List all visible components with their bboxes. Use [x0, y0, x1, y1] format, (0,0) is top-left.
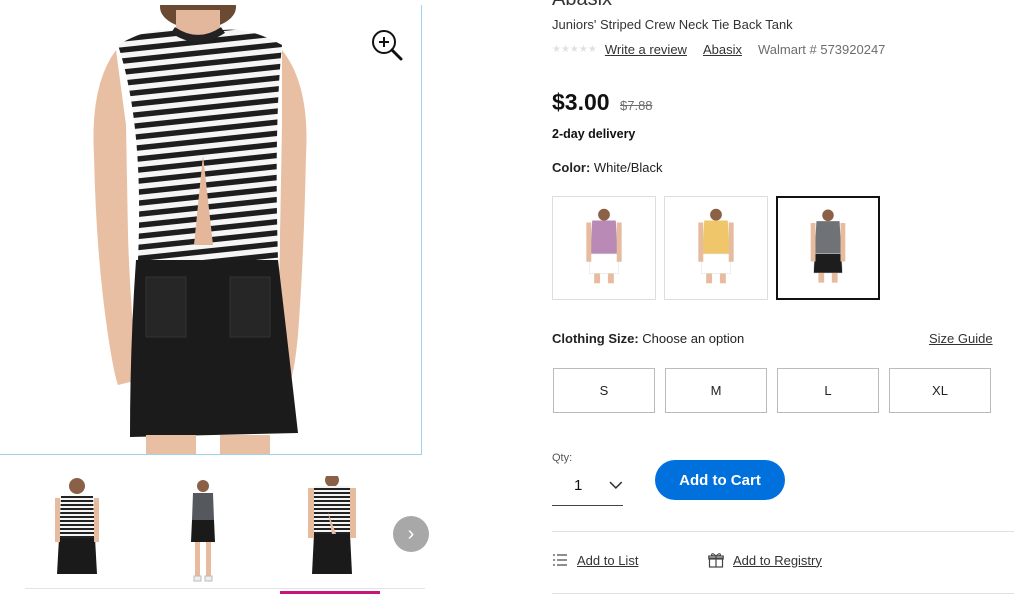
product-title: Juniors' Striped Crew Neck Tie Back Tank: [552, 17, 793, 32]
divider-bottom: [552, 593, 1014, 594]
color-label: Color:: [552, 160, 591, 175]
thumbnail-front[interactable]: [25, 476, 125, 588]
zoom-in-icon[interactable]: [371, 29, 403, 63]
size-option-xl[interactable]: XL: [889, 368, 991, 413]
quantity-value: 1: [574, 477, 583, 494]
brand-link[interactable]: Abasix: [703, 42, 742, 57]
brand-heading: Abasix: [552, 0, 612, 10]
was-price: $7.88: [620, 98, 653, 113]
quantity-label: Qty:: [552, 452, 573, 464]
delivery-info: 2-day delivery: [552, 127, 636, 141]
thumbnail-carousel: ›: [0, 468, 440, 594]
add-to-cart-button[interactable]: Add to Cart: [655, 460, 785, 500]
thumbnail-back[interactable]: [280, 476, 380, 594]
add-to-list-label: Add to List: [577, 552, 639, 568]
write-review-link[interactable]: Write a review: [605, 42, 687, 57]
color-selector-label: Color: White/Black: [552, 160, 663, 175]
size-value: Choose an option: [642, 331, 745, 346]
product-photo-back-view: [93, 5, 307, 454]
divider-top: [552, 531, 1014, 532]
size-option-s[interactable]: S: [553, 368, 655, 413]
quantity-select[interactable]: 1: [552, 466, 623, 506]
main-product-image[interactable]: [0, 5, 422, 455]
color-swatch-purple[interactable]: [552, 196, 656, 300]
add-to-registry-label: Add to Registry: [733, 552, 822, 568]
add-to-list-button[interactable]: Add to List: [552, 552, 638, 568]
color-swatch-white-black[interactable]: [776, 196, 880, 300]
size-option-m[interactable]: M: [665, 368, 767, 413]
size-label: Clothing Size:: [552, 331, 639, 346]
thumbnail-full-length[interactable]: [153, 476, 253, 588]
chevron-down-icon: [609, 481, 623, 489]
walmart-item-number: Walmart # 573920247: [757, 42, 886, 57]
thumbnail-divider: [25, 588, 425, 589]
current-price: $3.00: [552, 89, 610, 115]
gift-icon: [708, 553, 724, 568]
add-to-registry-button[interactable]: Add to Registry: [708, 552, 822, 568]
color-swatch-yellow[interactable]: [664, 196, 768, 300]
size-option-l[interactable]: L: [777, 368, 879, 413]
size-selector-label: Clothing Size: Choose an option: [552, 331, 744, 346]
product-meta-row: ★★★★★ Write a review Abasix Walmart # 57…: [552, 42, 885, 57]
selected-color-value: White/Black: [593, 160, 663, 175]
list-icon: [553, 554, 567, 566]
size-guide-link[interactable]: Size Guide: [929, 331, 993, 346]
chevron-right-icon[interactable]: ›: [393, 516, 429, 552]
rating-stars-icon: ★★★★★: [552, 44, 597, 55]
